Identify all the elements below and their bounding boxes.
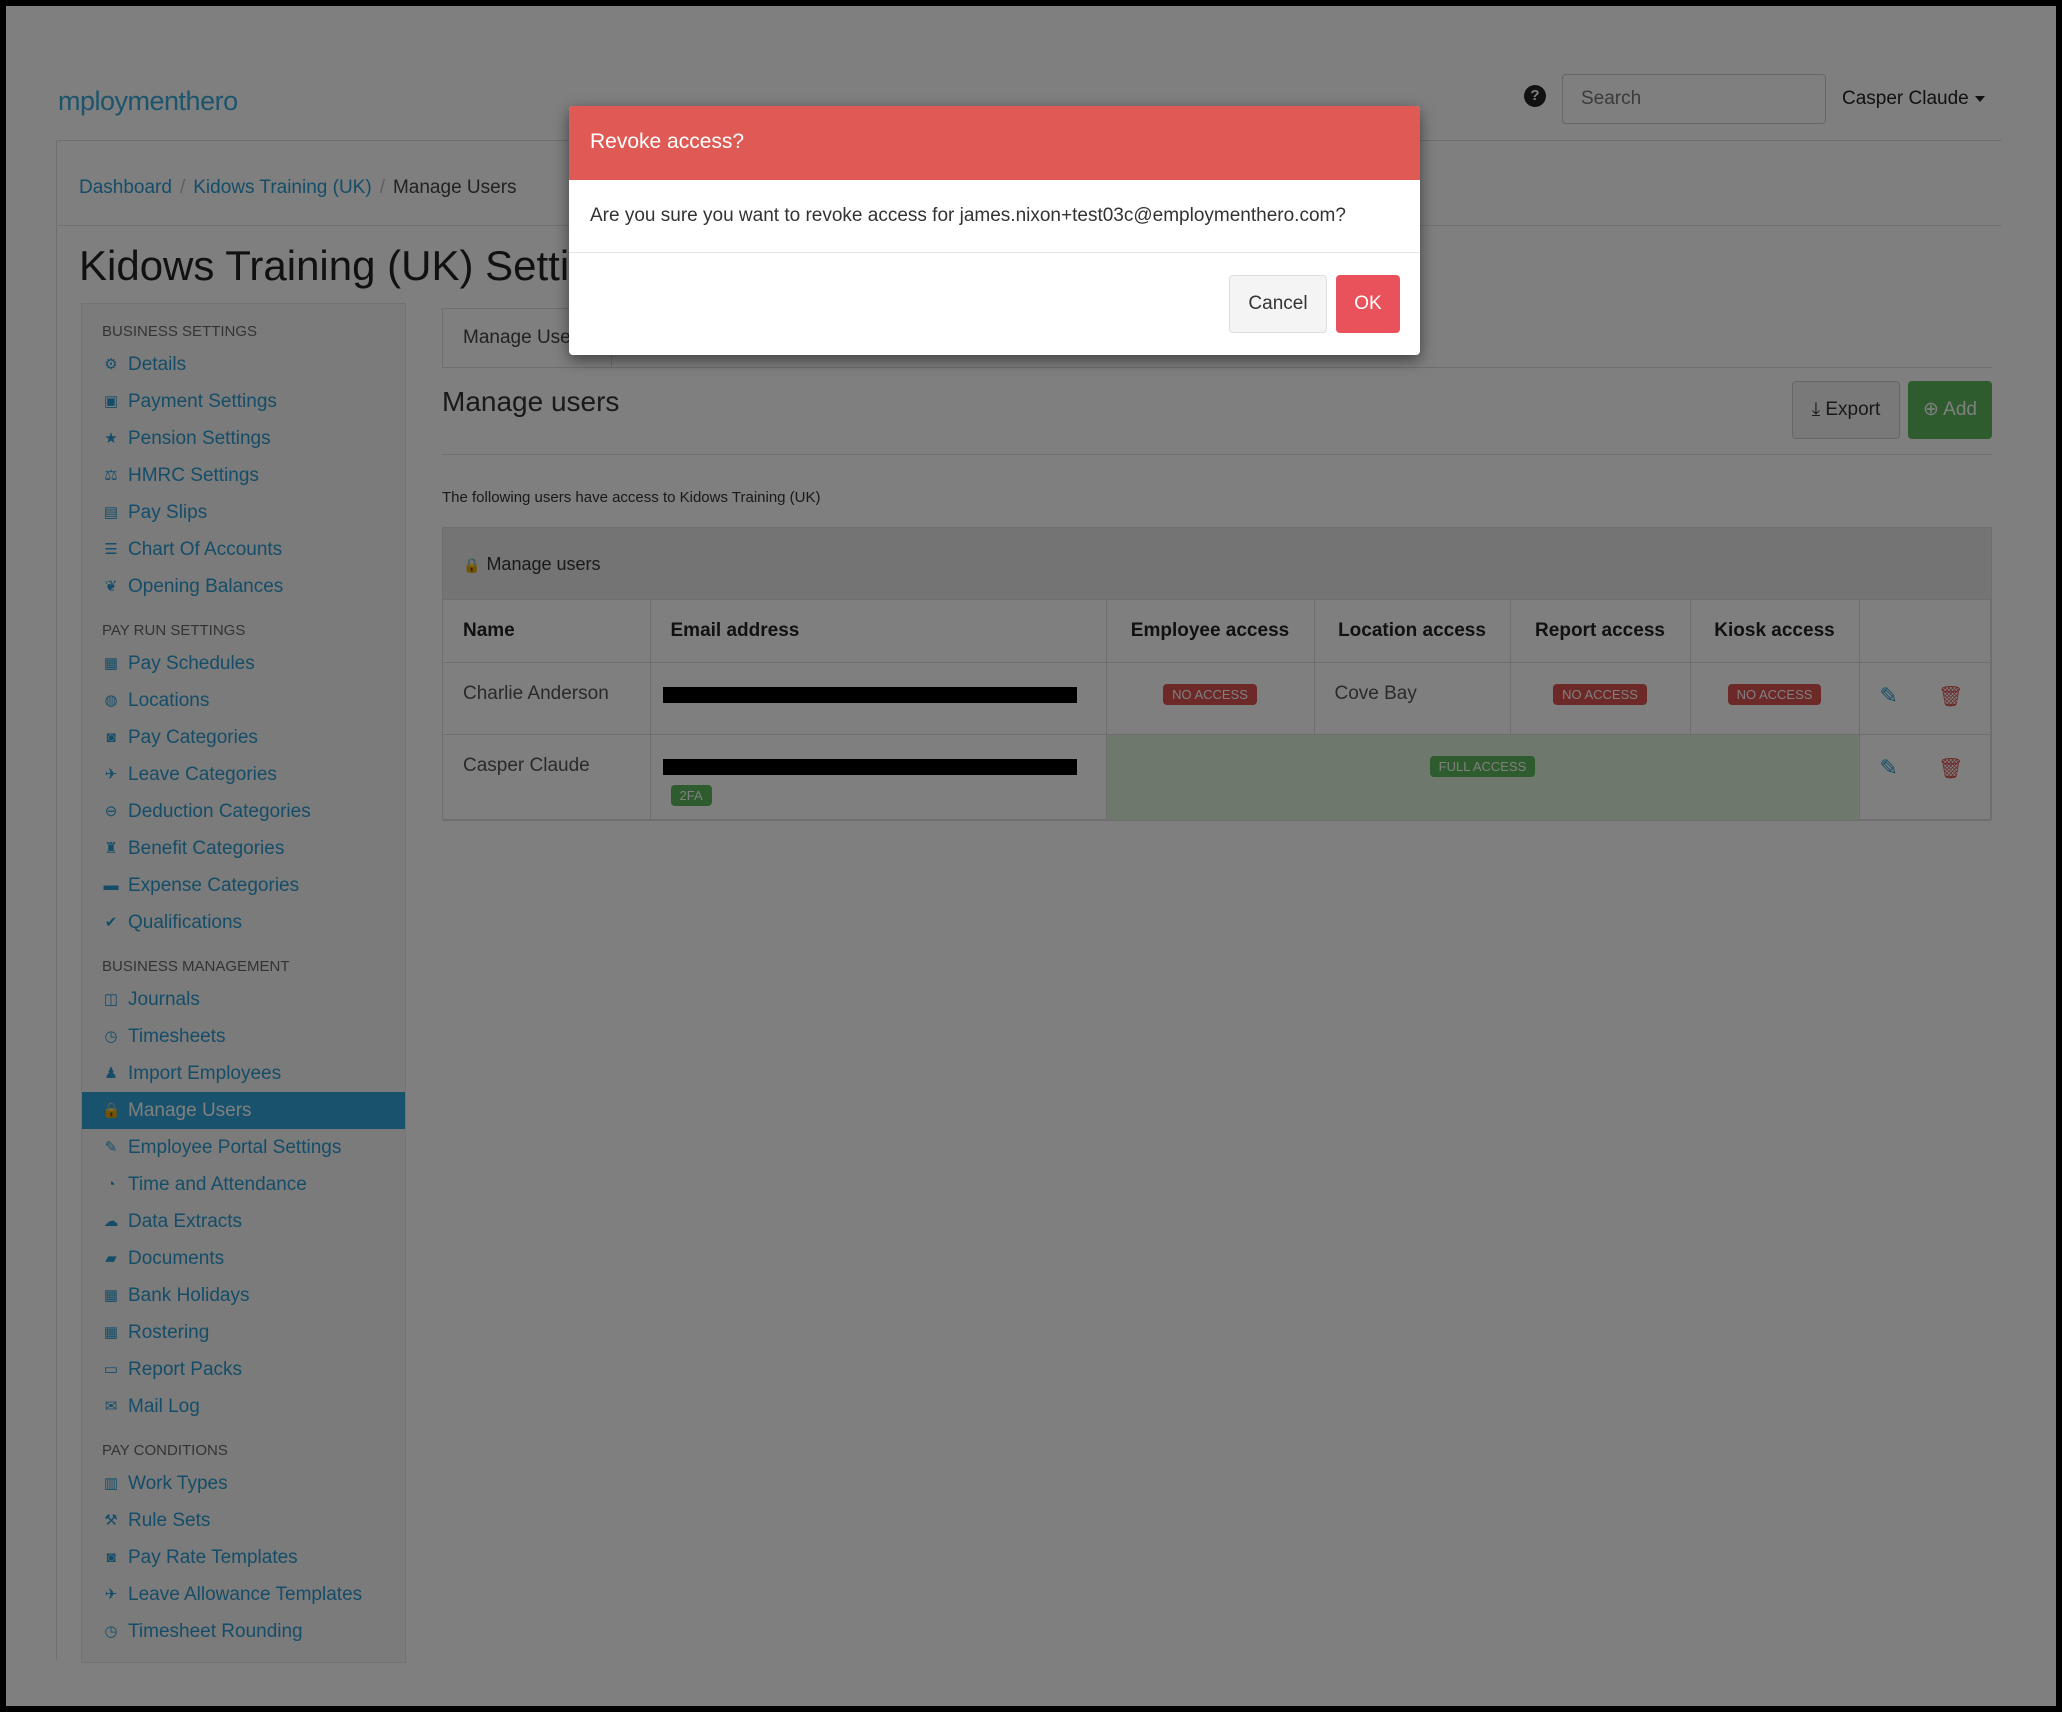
app-frame: mploymenthero ? Casper Claude Dashboard/… bbox=[6, 6, 2056, 1706]
dialog-footer: Cancel OK bbox=[569, 253, 1420, 355]
ok-button[interactable]: OK bbox=[1336, 275, 1400, 333]
dialog-message: Are you sure you want to revoke access f… bbox=[569, 180, 1420, 253]
dialog-title: Revoke access? bbox=[569, 106, 1420, 180]
cancel-button[interactable]: Cancel bbox=[1229, 275, 1327, 333]
revoke-access-dialog: Revoke access? Are you sure you want to … bbox=[569, 106, 1420, 355]
page: mploymenthero ? Casper Claude Dashboard/… bbox=[6, 6, 2056, 1706]
